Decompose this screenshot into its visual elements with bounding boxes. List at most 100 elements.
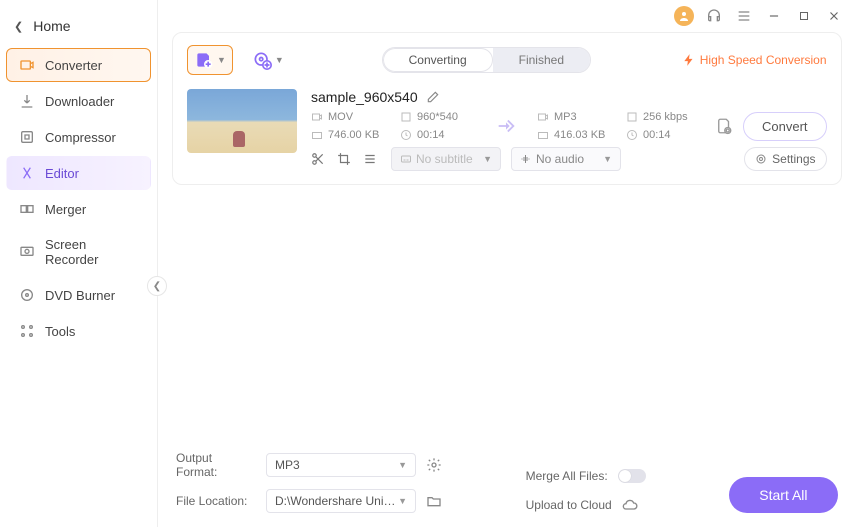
minimize-button[interactable] <box>764 6 784 26</box>
status-segment: Converting Finished <box>382 47 591 73</box>
dst-format: MP3 <box>554 111 577 123</box>
sidebar-item-label: Editor <box>45 166 79 181</box>
downloader-icon <box>19 93 35 109</box>
crop-button[interactable] <box>337 152 351 166</box>
maximize-button[interactable] <box>794 6 814 26</box>
main-area: ▼ ▼ Converting Finished High Speed Conve… <box>158 0 850 527</box>
scissors-icon <box>311 152 325 166</box>
list-icon <box>363 152 377 166</box>
sidebar-item-label: DVD Burner <box>45 288 115 303</box>
convert-button[interactable]: Convert <box>743 112 827 141</box>
src-format: MOV <box>328 111 353 123</box>
upload-label: Upload to Cloud <box>526 498 612 512</box>
output-settings-button[interactable] <box>715 117 733 135</box>
home-label: Home <box>33 18 70 34</box>
chevron-down-icon: ▼ <box>398 460 407 470</box>
minimize-icon <box>767 9 781 23</box>
sidebar-item-downloader[interactable]: Downloader <box>6 84 151 118</box>
dst-size: 416.03 KB <box>554 129 605 141</box>
add-file-icon <box>194 50 214 70</box>
maximize-icon <box>798 10 810 22</box>
close-button[interactable] <box>824 6 844 26</box>
effects-button[interactable] <box>363 152 377 166</box>
sidebar-item-merger[interactable]: Merger <box>6 192 151 226</box>
window-titlebar <box>158 0 850 32</box>
output-format-label: Output Format: <box>176 451 256 479</box>
src-size: 746.00 KB <box>328 129 379 141</box>
src-duration: 00:14 <box>417 129 445 141</box>
sidebar-item-editor[interactable]: Editor <box>6 156 151 190</box>
sidebar: ❮ Home Converter Downloader Compressor <box>0 0 158 527</box>
converter-icon <box>19 57 35 73</box>
back-chevron-icon: ❮ <box>14 20 23 33</box>
editor-icon <box>19 165 35 181</box>
sidebar-item-label: Tools <box>45 324 75 339</box>
folder-icon <box>426 493 442 509</box>
gear-icon <box>426 457 442 473</box>
file-item: sample_960x540 MOV 746.00 KB 960*540 <box>187 83 827 180</box>
output-format-dropdown[interactable]: MP3 ▼ <box>266 453 416 477</box>
chevron-down-icon: ▼ <box>483 154 492 164</box>
rename-button[interactable] <box>426 90 440 104</box>
add-dvd-icon <box>252 50 272 70</box>
high-speed-conversion-toggle[interactable]: High Speed Conversion <box>682 53 827 67</box>
hsc-label: High Speed Conversion <box>700 53 827 67</box>
file-location-label: File Location: <box>176 494 256 508</box>
file-name: sample_960x540 <box>311 89 418 105</box>
audio-dropdown[interactable]: No audio ▼ <box>511 147 621 171</box>
sidebar-item-label: Screen Recorder <box>45 237 138 267</box>
sidebar-item-tools[interactable]: Tools <box>6 314 151 348</box>
menu-button[interactable] <box>734 6 754 26</box>
sidebar-item-screen-recorder[interactable]: Screen Recorder <box>6 228 151 276</box>
headset-icon <box>706 8 722 24</box>
merge-label: Merge All Files: <box>526 469 608 483</box>
tools-icon <box>19 323 35 339</box>
cloud-icon <box>622 497 638 513</box>
edit-icon <box>426 90 440 104</box>
home-nav[interactable]: ❮ Home <box>0 8 157 44</box>
user-avatar[interactable] <box>674 6 694 26</box>
src-resolution: 960*540 <box>417 111 458 123</box>
dst-bitrate: 256 kbps <box>643 111 688 123</box>
sidebar-item-label: Downloader <box>45 94 114 109</box>
sidebar-item-converter[interactable]: Converter <box>6 48 151 82</box>
add-file-button[interactable]: ▼ <box>187 45 233 75</box>
audio-icon <box>520 153 532 165</box>
tab-finished[interactable]: Finished <box>493 48 590 72</box>
sidebar-item-label: Merger <box>45 202 86 217</box>
support-button[interactable] <box>704 6 724 26</box>
file-settings-button[interactable]: Settings <box>744 147 826 171</box>
output-format-settings-button[interactable] <box>426 457 442 473</box>
tab-converting[interactable]: Converting <box>383 48 493 72</box>
close-icon <box>827 9 841 23</box>
arrow-right-icon <box>489 115 523 137</box>
dvd-burner-icon <box>19 287 35 303</box>
upload-cloud-button[interactable] <box>622 497 638 513</box>
merger-icon <box>19 201 35 217</box>
sidebar-item-dvd-burner[interactable]: DVD Burner <box>6 278 151 312</box>
chevron-down-icon: ▼ <box>398 496 407 506</box>
file-location-dropdown[interactable]: D:\Wondershare UniConverter 1 ▼ <box>266 489 416 513</box>
merge-toggle[interactable] <box>618 469 646 483</box>
chevron-down-icon: ▼ <box>603 154 612 164</box>
trim-button[interactable] <box>311 152 325 166</box>
chevron-down-icon: ▼ <box>217 55 226 65</box>
compressor-icon <box>19 129 35 145</box>
subtitle-icon <box>400 153 412 165</box>
target-icon <box>755 153 767 165</box>
sidebar-item-label: Compressor <box>45 130 116 145</box>
bottom-bar: Output Format: MP3 ▼ File Location: D:\W… <box>158 441 850 527</box>
content-card: ▼ ▼ Converting Finished High Speed Conve… <box>172 32 842 185</box>
menu-icon <box>736 8 752 24</box>
dst-duration: 00:14 <box>643 129 671 141</box>
chevron-down-icon: ▼ <box>275 55 284 65</box>
start-all-button[interactable]: Start All <box>729 477 837 513</box>
open-folder-button[interactable] <box>426 493 442 509</box>
sidebar-item-label: Converter <box>45 58 102 73</box>
subtitle-dropdown[interactable]: No subtitle ▼ <box>391 147 501 171</box>
bolt-icon <box>682 53 696 67</box>
crop-icon <box>337 152 351 166</box>
add-dvd-button[interactable]: ▼ <box>245 45 291 75</box>
video-thumbnail[interactable] <box>187 89 297 153</box>
sidebar-item-compressor[interactable]: Compressor <box>6 120 151 154</box>
